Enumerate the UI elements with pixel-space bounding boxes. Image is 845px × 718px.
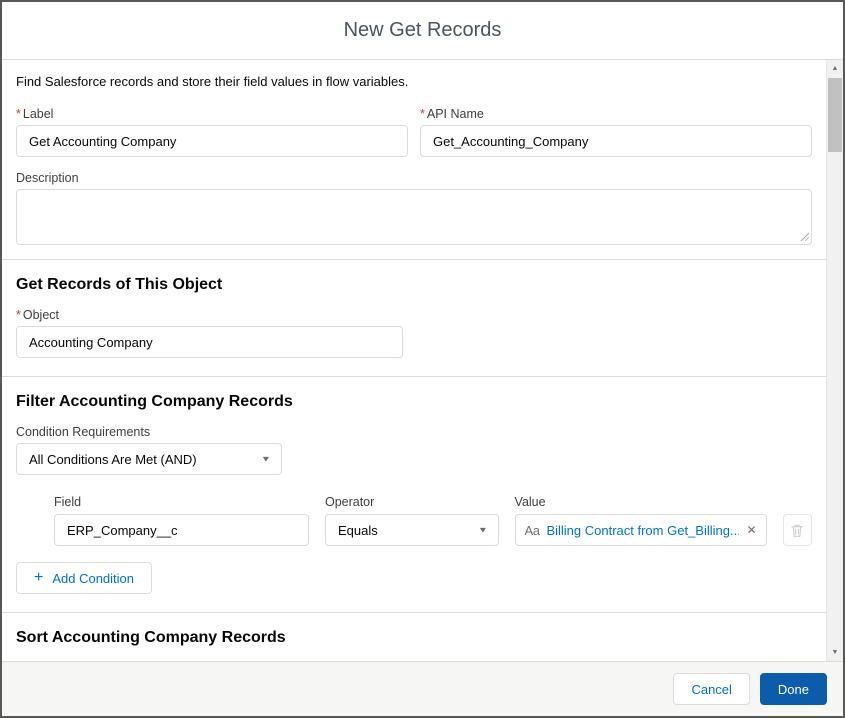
description-field-label: Description	[16, 171, 79, 185]
object-section: Get Records of This Object * Object	[2, 260, 826, 376]
page-title: New Get Records	[343, 19, 502, 41]
modal-footer: Cancel Done	[2, 661, 843, 716]
description-textarea[interactable]	[16, 189, 812, 245]
trash-icon	[791, 524, 804, 537]
condition-requirements-value: All Conditions Are Met (AND)	[29, 451, 197, 467]
required-asterisk: *	[420, 107, 425, 121]
condition-requirements-label: Condition Requirements	[16, 425, 151, 439]
scrollbar-thumb[interactable]	[828, 78, 842, 152]
new-get-records-modal: New Get Records Find Salesforce records …	[0, 0, 845, 718]
modal-body: Find Salesforce records and store their …	[2, 60, 843, 661]
scroll-up-icon: ▲	[831, 65, 839, 72]
condition-row: Field Operator Equals ▼ Value Aa	[54, 495, 812, 546]
sort-section-heading: Sort Accounting Company Records	[16, 629, 286, 646]
add-condition-button[interactable]: + Add Condition	[16, 562, 153, 594]
condition-operator-select[interactable]: Equals ▼	[324, 514, 499, 546]
intro-text: Find Salesforce records and store their …	[16, 74, 409, 89]
condition-field-input[interactable]	[54, 514, 309, 546]
modal-body-content: Find Salesforce records and store their …	[2, 60, 826, 661]
cancel-button[interactable]: Cancel	[673, 673, 750, 705]
basic-info-section: Find Salesforce records and store their …	[2, 60, 826, 259]
sort-section: Sort Accounting Company Records Sort Ord…	[2, 613, 826, 661]
chevron-down-icon: ▼	[260, 454, 272, 464]
label-input[interactable]	[16, 125, 408, 157]
condition-operator-label: Operator	[324, 495, 375, 509]
object-field-label: * Object	[16, 308, 812, 322]
close-icon[interactable]: ✕	[746, 524, 756, 536]
label-field-label: * Label	[16, 107, 408, 121]
object-input[interactable]	[16, 326, 403, 358]
condition-requirements-select[interactable]: All Conditions Are Met (AND) ▼	[16, 443, 282, 475]
required-asterisk: *	[16, 107, 21, 121]
text-type-icon: Aa	[524, 522, 540, 538]
modal-header: New Get Records	[2, 2, 843, 60]
filter-section-heading: Filter Accounting Company Records	[16, 393, 293, 410]
add-condition-label: Add Condition	[52, 570, 135, 586]
scroll-down-icon: ▼	[831, 649, 839, 656]
scroll-down-button[interactable]: ▼	[827, 644, 843, 661]
scrollbar[interactable]: ▲ ▼	[826, 60, 843, 661]
condition-operator-value: Equals	[337, 522, 378, 538]
api-name-field-label-text: API Name	[426, 107, 484, 121]
delete-condition-button[interactable]	[782, 514, 812, 546]
api-name-input[interactable]	[420, 125, 812, 157]
condition-value-label: Value	[514, 495, 546, 509]
chevron-down-icon: ▼	[477, 525, 488, 535]
plus-icon: +	[34, 569, 44, 586]
api-name-field-label: * API Name	[420, 107, 812, 121]
label-field-label-text: Label	[22, 107, 54, 121]
condition-value-pill: Billing Contract from Get_Billing...	[546, 522, 740, 538]
required-asterisk: *	[16, 308, 21, 322]
filter-section: Filter Accounting Company Records Condit…	[2, 377, 826, 612]
condition-value-combobox[interactable]: Aa Billing Contract from Get_Billing... …	[514, 514, 767, 546]
scroll-up-button[interactable]: ▲	[827, 60, 843, 77]
scrollbar-track[interactable]	[827, 77, 843, 644]
object-field-label-text: Object	[22, 308, 60, 322]
done-button[interactable]: Done	[759, 673, 827, 705]
condition-field-label: Field	[54, 495, 82, 509]
object-section-heading: Get Records of This Object	[16, 276, 223, 293]
